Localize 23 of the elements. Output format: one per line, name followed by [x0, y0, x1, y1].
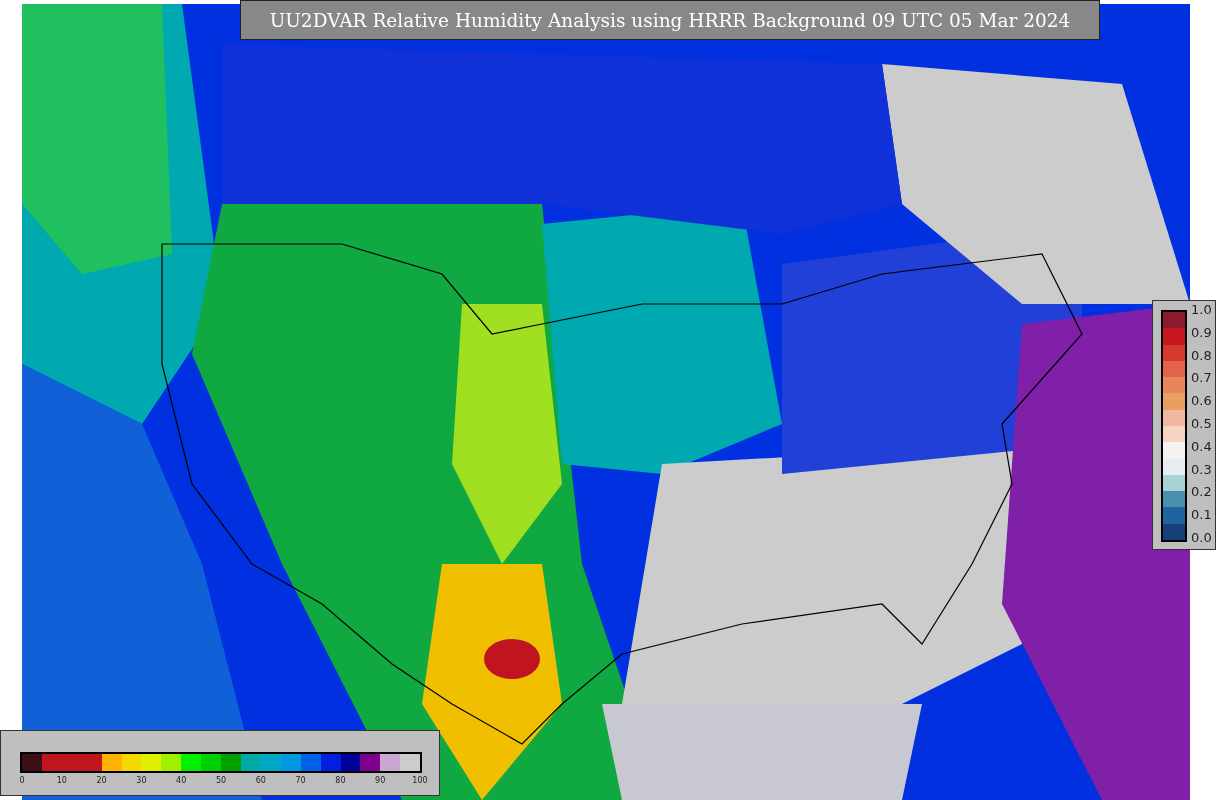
- tick-label: 40: [176, 776, 187, 785]
- tick-label: 1.0: [1191, 302, 1212, 317]
- tick-label: 0.3: [1191, 461, 1212, 477]
- tick-label: 80: [335, 776, 346, 785]
- tick-label: 0.0: [1191, 530, 1212, 545]
- tick-label: 0.6: [1191, 393, 1212, 409]
- tick-label: 10: [56, 776, 67, 785]
- tick-label: 100: [412, 776, 428, 785]
- tick-label: 0.8: [1191, 347, 1212, 363]
- tick-label: 0.5: [1191, 416, 1212, 431]
- tick-label: 20: [96, 776, 107, 785]
- tick-label: 60: [255, 776, 266, 785]
- tick-label: 0: [19, 776, 25, 785]
- map-title: UU2DVAR Relative Humidity Analysis using HRRR Background 09 UTC 05 Mar 2024: [240, 0, 1100, 40]
- tick-label: 0.7: [1191, 370, 1212, 386]
- tick-label: 50: [215, 776, 227, 785]
- tick-label: 30: [136, 776, 147, 785]
- tick-label: 0.9: [1191, 324, 1212, 340]
- tick-label: 0.1: [1191, 507, 1212, 523]
- tick-label: 90: [375, 776, 386, 785]
- tick-label: 0.2: [1191, 484, 1212, 500]
- tick-label: 70: [295, 776, 306, 785]
- tick-label: 0.4: [1191, 438, 1212, 454]
